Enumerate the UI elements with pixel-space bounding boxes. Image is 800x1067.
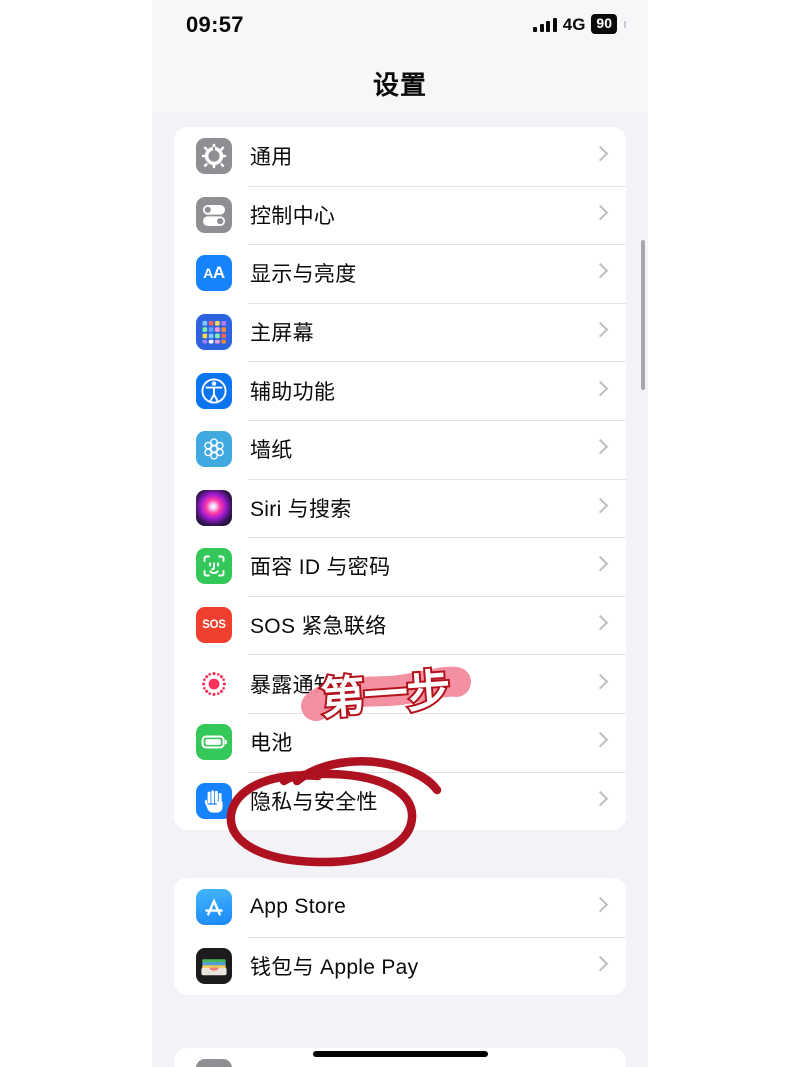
wallpaper-icon xyxy=(196,431,232,468)
settings-row-app-store[interactable]: App Store xyxy=(174,878,626,937)
passwords-icon xyxy=(196,1059,232,1067)
wallet-icon xyxy=(196,947,232,984)
settings-row-siri-search[interactable]: Siri 与搜索 xyxy=(174,478,626,538)
settings-row-label: 辅助功能 xyxy=(250,380,336,404)
settings-row-general[interactable]: 通用 xyxy=(174,127,626,186)
chevron-right-icon xyxy=(576,303,626,362)
chevron-right-icon xyxy=(576,537,626,596)
exposure-notification-icon xyxy=(196,665,232,702)
chevron-right-icon xyxy=(576,713,626,772)
control-center-icon xyxy=(196,196,232,233)
settings-row-label: 钱包与 Apple Pay xyxy=(250,955,419,979)
settings-row-wallpaper[interactable]: 墙纸 xyxy=(174,419,626,479)
home-screen-icon xyxy=(196,314,232,351)
home-indicator[interactable] xyxy=(312,1051,488,1057)
network-type-label: 4G xyxy=(562,14,586,34)
settings-row-label: 通用 xyxy=(250,146,293,170)
cellular-bars-icon xyxy=(533,17,557,32)
privacy-hand-icon xyxy=(196,782,232,819)
settings-row-wallet-apple-pay[interactable]: 钱包与 Apple Pay xyxy=(174,936,626,996)
settings-row-label: 暴露通知 xyxy=(250,673,336,697)
settings-row-label: SOS 紧急联络 xyxy=(250,615,387,639)
chevron-right-icon xyxy=(576,361,626,420)
aa-glyph: AA xyxy=(203,263,225,283)
settings-row-display-brightness[interactable]: AA 显示与亮度 xyxy=(174,244,626,303)
chevron-right-icon xyxy=(576,186,626,245)
status-time: 09:57 xyxy=(186,12,244,37)
chevron-right-icon xyxy=(576,420,626,479)
sos-glyph: SOS xyxy=(202,619,226,632)
settings-row-label: 电池 xyxy=(250,732,293,756)
battery-icon: 90 xyxy=(591,14,617,34)
battery-tip xyxy=(624,20,626,28)
settings-row-label: Siri 与搜索 xyxy=(250,497,352,521)
chevron-right-icon xyxy=(576,937,626,996)
settings-row-label: 隐私与安全性 xyxy=(250,790,378,814)
settings-row-label: 控制中心 xyxy=(250,204,336,228)
chevron-right-icon xyxy=(576,654,626,713)
settings-row-exposure-notifications[interactable]: 暴露通知 xyxy=(174,654,626,713)
settings-row-control-center[interactable]: 控制中心 xyxy=(174,185,626,245)
chevron-right-icon xyxy=(576,772,626,831)
chevron-right-icon xyxy=(576,479,626,538)
siri-icon xyxy=(196,489,232,526)
settings-row-face-id[interactable]: 面容 ID 与密码 xyxy=(174,537,626,596)
gear-icon xyxy=(196,138,232,175)
phone-screen: 09:57 4G 90 设置 通用 控制中心 A A 显示与亮度 主屏幕 辅助功… xyxy=(152,0,648,1067)
status-indicators: 4G 90 xyxy=(533,13,626,35)
settings-row-label: 墙纸 xyxy=(250,439,293,463)
settings-row-privacy-security[interactable]: 隐私与安全性 xyxy=(174,771,626,831)
home-indicator-bar xyxy=(152,1051,648,1057)
settings-row-label: 显示与亮度 xyxy=(250,263,357,287)
face-id-icon xyxy=(196,548,232,585)
chevron-right-icon xyxy=(576,244,626,303)
display-brightness-icon: AA xyxy=(196,255,232,292)
settings-row-battery[interactable]: 电池 xyxy=(174,712,626,772)
settings-row-emergency-sos[interactable]: SOS SOS 紧急联络 xyxy=(174,595,626,655)
chevron-right-icon xyxy=(576,127,626,186)
chevron-right-icon xyxy=(576,878,626,937)
settings-group-store: App Store 钱包与 Apple Pay xyxy=(174,878,626,996)
settings-row-label: 面容 ID 与密码 xyxy=(250,556,391,580)
scrollbar-thumb[interactable] xyxy=(641,240,645,390)
settings-list[interactable]: 通用 控制中心 AA 显示与亮度 主屏幕 辅助功能 墙纸 Siri 与搜索 面容… xyxy=(152,113,648,1067)
nav-bar: 设置 xyxy=(152,52,648,113)
chevron-right-icon xyxy=(576,596,626,655)
page-title: 设置 xyxy=(372,70,427,100)
settings-row-label: 主屏幕 xyxy=(250,322,314,346)
settings-row-accessibility[interactable]: 辅助功能 xyxy=(174,361,626,420)
settings-group-main: 通用 控制中心 AA 显示与亮度 主屏幕 辅助功能 墙纸 Siri 与搜索 面容… xyxy=(174,127,626,831)
settings-row-home-screen[interactable]: 主屏幕 xyxy=(174,302,626,362)
settings-row-label: App Store xyxy=(250,895,347,919)
accessibility-icon xyxy=(196,372,232,409)
battery-settings-icon xyxy=(196,724,232,761)
status-bar: 09:57 4G 90 xyxy=(152,0,648,52)
app-store-icon xyxy=(196,889,232,926)
sos-icon: SOS xyxy=(196,607,232,644)
